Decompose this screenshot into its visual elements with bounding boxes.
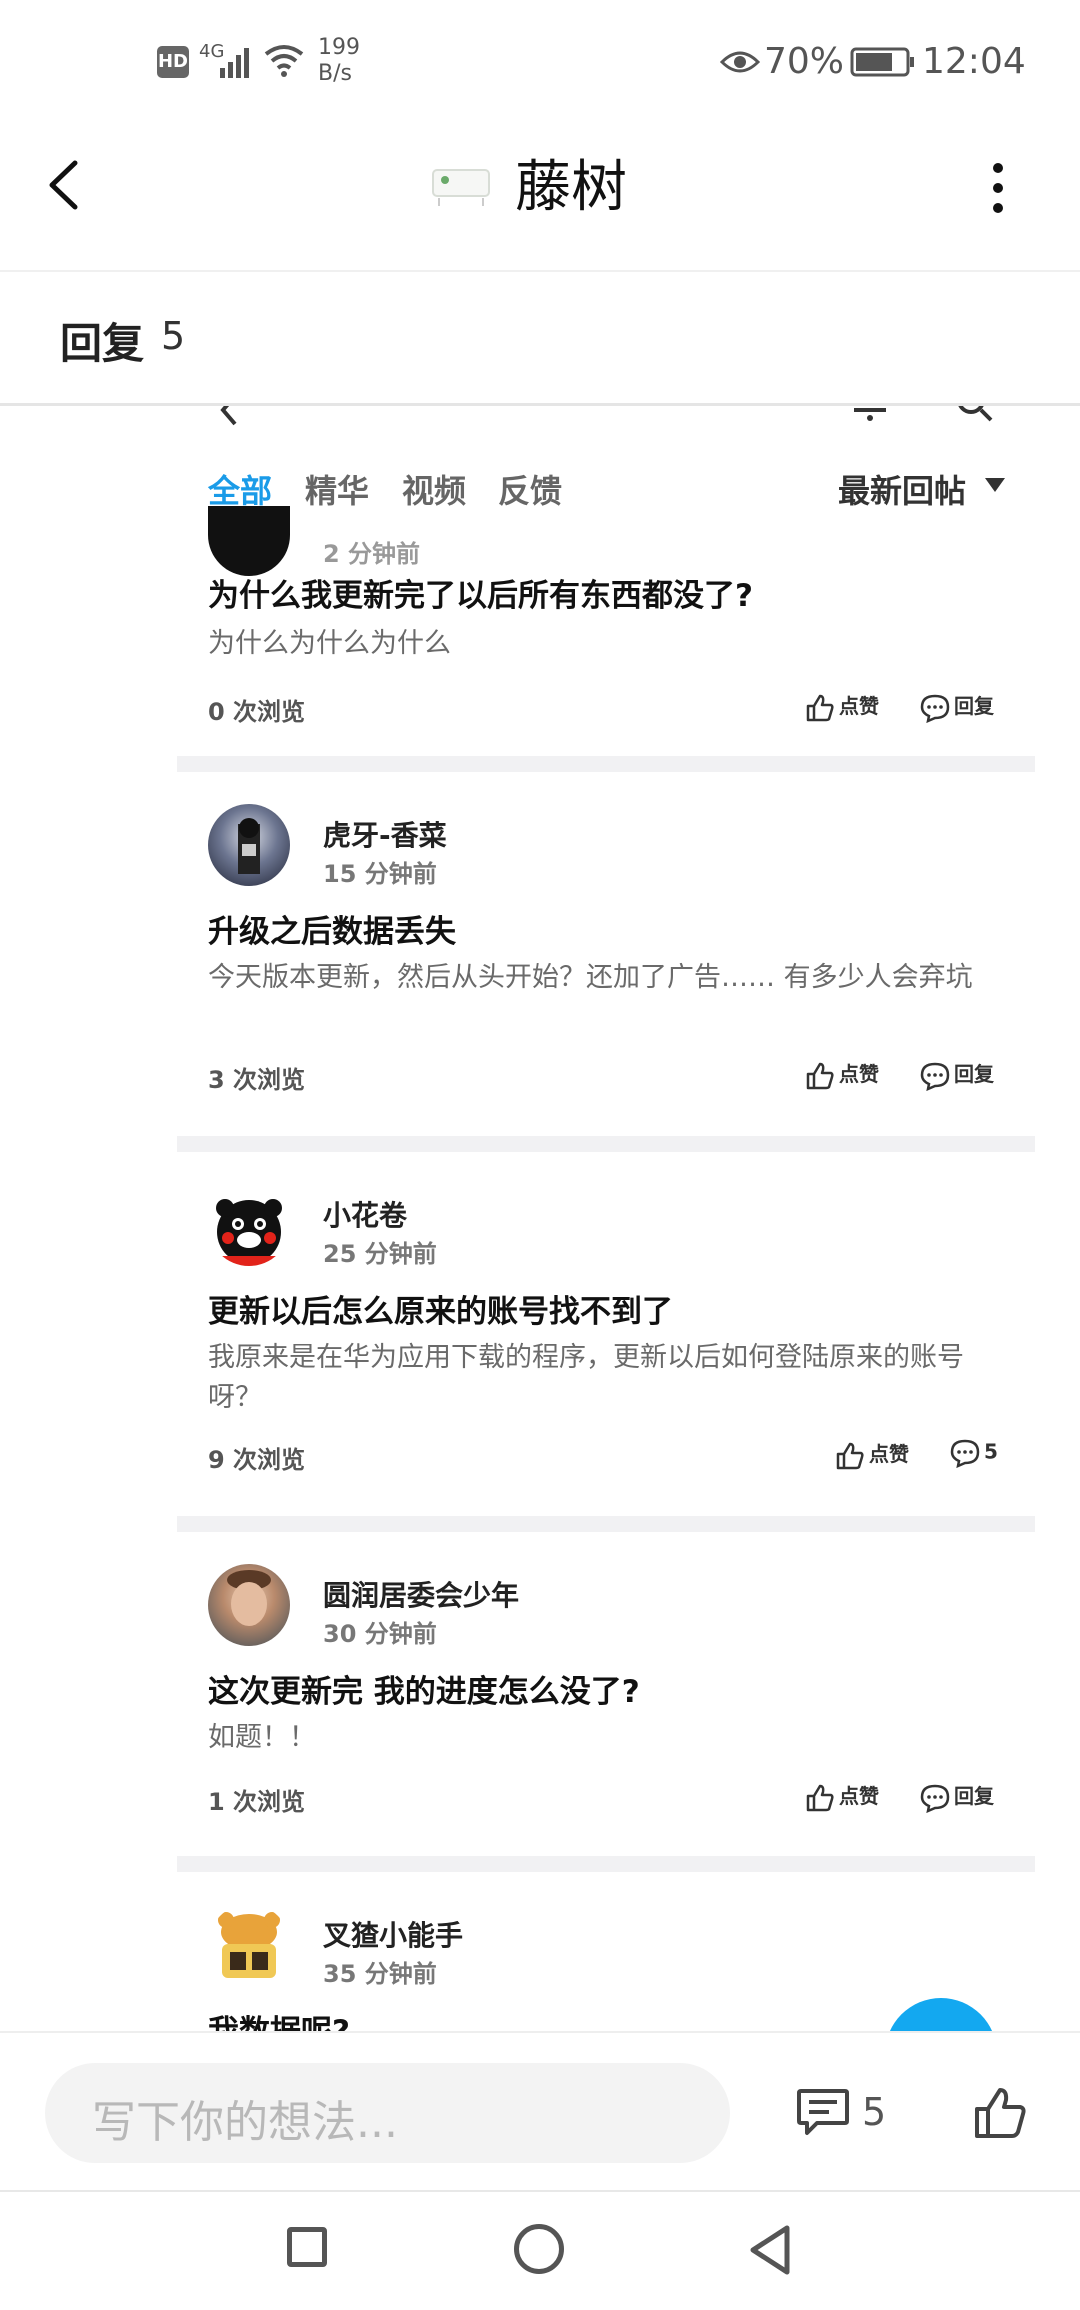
post-author[interactable]: 叉猹小能手: [323, 1914, 463, 1954]
post-card[interactable]: 叉猹小能手 35 分钟前 我数据呢?: [175, 1872, 1035, 2031]
cartoon-avatar-image: [218, 1912, 280, 1978]
thumbs-up-icon: [806, 1784, 834, 1811]
post-title[interactable]: 为什么我更新完了以后所有东西都没了?: [208, 570, 753, 615]
eye-comfort-icon: [720, 51, 760, 73]
reply-button[interactable]: 回复: [920, 1780, 994, 1813]
post-title[interactable]: 更新以后怎么原来的账号找不到了: [208, 1286, 673, 1331]
avatar: [208, 506, 290, 576]
like-button[interactable]: 点赞: [805, 1780, 879, 1813]
post-separator: [177, 756, 1035, 772]
comment-icon[interactable]: [795, 2087, 851, 2139]
post-separator: [177, 1856, 1035, 1872]
comment-bubble-icon: [950, 1439, 980, 1469]
thumbs-up-icon: [806, 694, 834, 721]
forum-logo-icon: [432, 169, 490, 206]
post-body: 我原来是在华为应用下载的程序，更新以后如何登陆原来的账号呀？: [208, 1342, 964, 1413]
reply-count: 5: [161, 314, 186, 358]
comment-count: 5: [862, 2090, 887, 2134]
nav-back-icon[interactable]: [745, 2222, 795, 2278]
clock: 12:04: [922, 41, 1026, 82]
reply-button[interactable]: 回复: [920, 690, 994, 723]
embedded-bell-icon: [854, 408, 886, 421]
view-count: 1 次浏览: [208, 1788, 306, 1816]
embedded-search-icon: [958, 406, 993, 422]
avatar: [208, 1184, 290, 1266]
post-title[interactable]: 这次更新完 我的进度怎么没了?: [208, 1666, 640, 1711]
thumbs-up-icon: [836, 1442, 864, 1469]
post-separator: [177, 1516, 1035, 1532]
post-card[interactable]: 圆润居委会少年 30 分钟前 这次更新完 我的进度怎么没了? 如题！！ 1 次浏…: [175, 1532, 1035, 1852]
avatar: [208, 804, 290, 886]
reply-button[interactable]: 回复: [920, 1058, 994, 1091]
view-count: 0 次浏览: [208, 698, 306, 726]
thumbs-up-icon: [806, 1062, 834, 1089]
comment-input-placeholder: 写下你的想法...: [92, 2097, 398, 2148]
post-time: 25 分钟前: [323, 1240, 437, 1268]
post-time: 30 分钟前: [323, 1620, 437, 1648]
more-options-icon[interactable]: [985, 160, 1011, 216]
post-title[interactable]: 我数据呢?: [208, 2006, 350, 2031]
post-body: 今天版本更新，然后从头开始？还加了广告…… 有多少人会弃坑: [208, 962, 973, 993]
post-body: 如题！！: [208, 1722, 316, 1753]
post-title[interactable]: 升级之后数据丢失: [208, 906, 456, 951]
embedded-screenshot[interactable]: 全部 精华 视频 反馈 最新回帖 2 分钟前 为什么我更新完了以后所有东西都没了…: [175, 406, 1035, 2031]
reply-count-button[interactable]: 5: [950, 1438, 998, 1469]
kumamon-avatar-image: [216, 1199, 282, 1266]
status-bar: HD 4G 199 B/s 70% 12:04: [0, 0, 1080, 120]
post-card[interactable]: 2 分钟前 为什么我更新完了以后所有东西都没了? 为什么为什么为什么 0 次浏览…: [175, 506, 1035, 746]
view-count: 3 次浏览: [208, 1066, 306, 1094]
tab-video[interactable]: 视频: [402, 466, 466, 512]
avatar-image: [238, 818, 260, 874]
recents-icon[interactable]: [287, 2227, 327, 2267]
post-author[interactable]: 圆润居委会少年: [323, 1574, 519, 1614]
avatar: [208, 1904, 290, 1986]
post-author[interactable]: 虎牙-香菜: [323, 814, 447, 854]
comment-bubble-icon: [920, 1784, 950, 1813]
tab-featured[interactable]: 精华: [305, 466, 369, 512]
post-time: 15 分钟前: [323, 860, 437, 888]
post-card[interactable]: 小花卷 25 分钟前 更新以后怎么原来的账号找不到了 我原来是在华为应用下载的程…: [175, 1152, 1035, 1512]
thumbs-up-icon[interactable]: [972, 2085, 1028, 2141]
home-icon[interactable]: [514, 2224, 564, 2274]
net-speed-value: 199: [318, 35, 360, 60]
tab-feedback[interactable]: 反馈: [498, 466, 562, 512]
like-button[interactable]: 点赞: [805, 1058, 879, 1091]
reply-section-label: 回复: [60, 319, 145, 368]
post-time: 35 分钟前: [323, 1960, 437, 1988]
battery-percent: 70%: [764, 41, 845, 82]
wifi-icon: [264, 45, 304, 77]
view-count: 9 次浏览: [208, 1446, 306, 1474]
avatar: [208, 1564, 290, 1646]
battery-icon: [850, 47, 914, 77]
like-button[interactable]: 点赞: [835, 1438, 909, 1471]
signal-icon: [220, 48, 249, 78]
post-card[interactable]: 虎牙-香菜 15 分钟前 升级之后数据丢失 今天版本更新，然后从头开始？还加了广…: [175, 772, 1035, 1132]
post-body: 为什么为什么为什么: [208, 628, 451, 659]
embedded-back-icon: [220, 406, 237, 426]
tab-bar: 全部 精华 视频 反馈 最新回帖: [175, 466, 1035, 526]
net-speed-unit: B/s: [318, 61, 352, 86]
sort-dropdown[interactable]: 最新回帖: [838, 466, 966, 512]
post-time: 2 分钟前: [323, 540, 421, 568]
caret-down-icon: [985, 478, 1005, 492]
avatar-image: [227, 1570, 271, 1626]
comment-bubble-icon: [920, 694, 950, 723]
page-title: 藤树: [515, 155, 627, 220]
back-arrow-icon[interactable]: [40, 155, 90, 215]
like-button[interactable]: 点赞: [805, 690, 879, 723]
post-separator: [177, 1136, 1035, 1152]
hd-badge: HD: [157, 46, 189, 78]
post-author[interactable]: 小花卷: [323, 1194, 407, 1234]
comment-bubble-icon: [920, 1062, 950, 1091]
